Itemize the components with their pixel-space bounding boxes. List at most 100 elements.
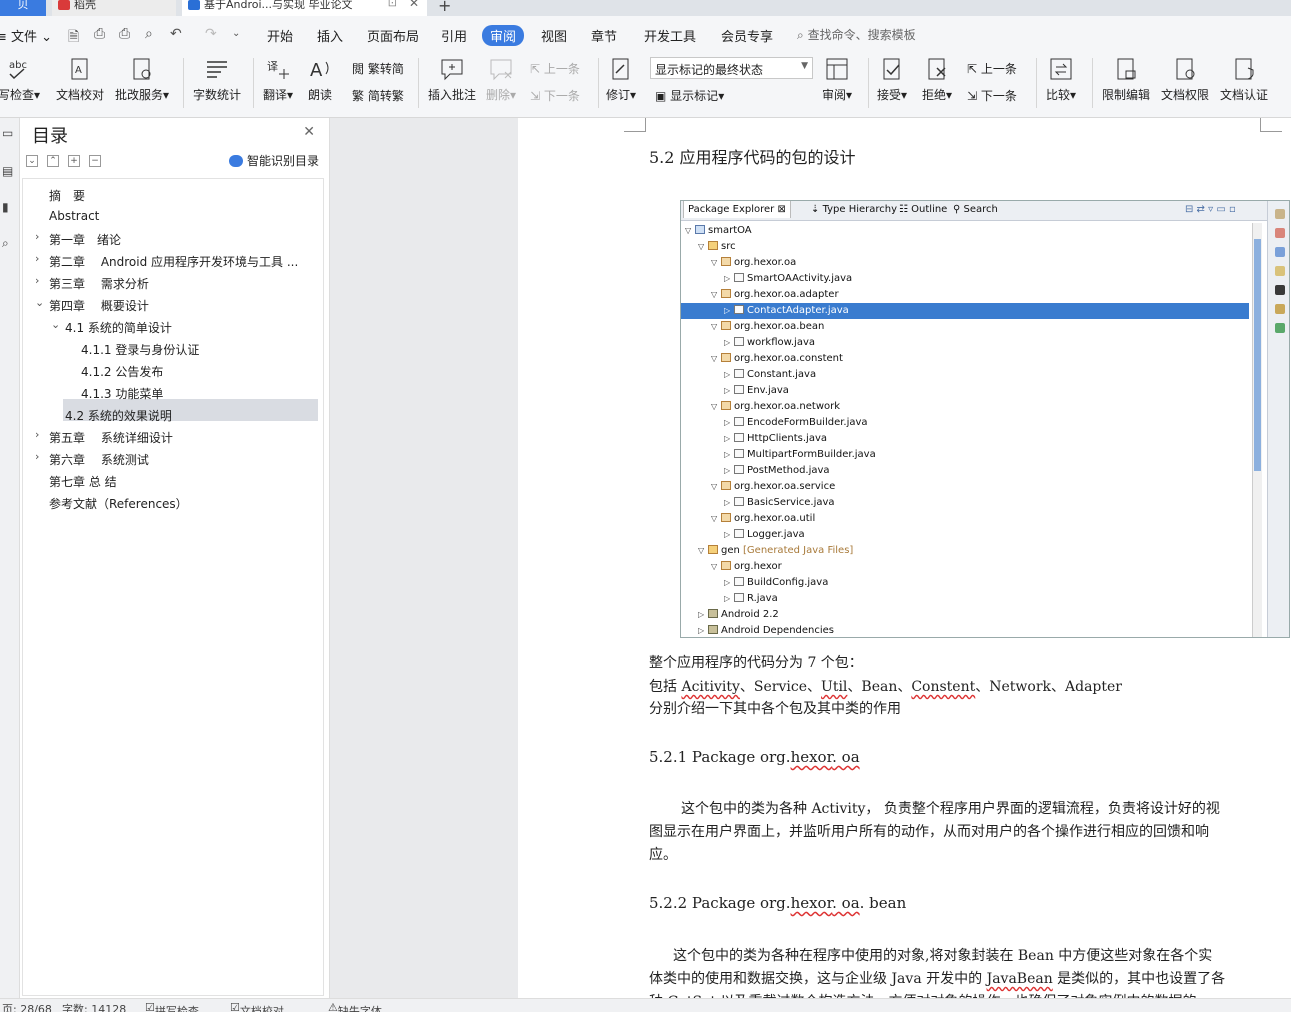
- accept-icon: [883, 58, 900, 80]
- undo-icon[interactable]: ↶: [170, 26, 182, 42]
- proj-icon: [695, 225, 705, 234]
- tab-document[interactable]: 基于Androi...与实现 毕业论文 ⊡ ✕: [182, 0, 427, 16]
- expand-all-icon[interactable]: ⌄: [26, 155, 38, 167]
- toc-item[interactable]: › 第六章 系统测试: [35, 450, 149, 468]
- status-bar: 页: 28/68 字数: 14128 ☑ 拼写检查 ☑ 文档校对 ⚠ 缺失字体: [0, 998, 1291, 1012]
- word-count-indicator[interactable]: 字数: 14128: [62, 1001, 126, 1012]
- simp-to-trad-label: 简转繁: [367, 89, 404, 103]
- document-area[interactable]: 5.2 应用程序代码的包的设计 整个应用程序的代码分为 7 个包： 包括 Aci…: [330, 118, 1291, 1010]
- menu-sections[interactable]: 章节: [591, 26, 617, 45]
- tab-daoke[interactable]: 稻壳: [52, 0, 176, 16]
- track-changes-button[interactable]: 修订▾: [606, 56, 636, 103]
- chevron-down-icon[interactable]: ⌄: [35, 296, 44, 309]
- prev-comment-button[interactable]: ⇱ 上一条: [530, 60, 580, 77]
- batch-service-button[interactable]: 批改服务▾: [115, 56, 169, 103]
- toc-item[interactable]: › 第三章 需求分析: [35, 274, 149, 292]
- doc-rights-button[interactable]: 文档权限: [1161, 56, 1209, 103]
- toc-rail-icon[interactable]: ▭: [2, 126, 13, 140]
- pages-rail-icon[interactable]: ▤: [2, 164, 13, 178]
- problems-icon: [1274, 228, 1285, 238]
- quick-access-dropdown-icon[interactable]: ⌄: [232, 28, 240, 39]
- toc-item[interactable]: 参考文献（References）: [49, 495, 188, 512]
- menu-member[interactable]: 会员专享: [721, 26, 773, 45]
- toc-item-active[interactable]: 4.1.1 登录与身份认证: [81, 341, 199, 358]
- file-menu[interactable]: ≡ 文件 ⌄: [0, 26, 52, 45]
- toc-item[interactable]: 4.1.3 功能菜单: [81, 385, 163, 402]
- pin-icon[interactable]: ⊡: [388, 0, 397, 8]
- translate-button[interactable]: 译 翻译▾: [263, 56, 293, 103]
- simp-to-trad-button[interactable]: 繁 简转繁: [352, 87, 404, 104]
- toc-item[interactable]: › 第一章 绪论: [35, 230, 121, 248]
- next-comment-button[interactable]: ⇲ 下一条: [530, 87, 580, 104]
- chevron-right-icon[interactable]: ›: [35, 252, 39, 265]
- save-icon[interactable]: 🗎: [68, 26, 79, 50]
- restrict-edit-button[interactable]: 限制编辑: [1102, 56, 1150, 103]
- tab-home[interactable]: 贝: [0, 0, 46, 16]
- prev-change-button[interactable]: ⇱ 上一条: [967, 60, 1017, 77]
- toc-item[interactable]: › 第五章 系统详细设计: [35, 428, 173, 446]
- toc-item[interactable]: 第七章 总 结: [49, 473, 117, 490]
- markup-mode-select[interactable]: 显示标记的最终状态 ▼: [650, 57, 813, 79]
- smart-toc-button[interactable]: 智能识别目录: [228, 152, 319, 169]
- eclipse-tree-row: ▽ org.hexor.oa.service: [681, 479, 1249, 495]
- spellcheck-icon: abc: [9, 60, 27, 80]
- menu-developer[interactable]: 开发工具: [644, 26, 696, 45]
- spellcheck-button[interactable]: abc 写检查▾: [0, 56, 40, 103]
- doc-auth-button[interactable]: 文档认证: [1220, 56, 1268, 103]
- collapse-all-icon[interactable]: ⌃: [47, 155, 59, 167]
- show-markup-label: 显示标记: [670, 89, 719, 103]
- toc-item[interactable]: ⌄ 第四章 概要设计: [35, 296, 149, 314]
- review-pane-button[interactable]: 审阅▾: [822, 56, 852, 103]
- delete-comment-button[interactable]: 删除▾: [486, 56, 516, 103]
- spellcheck-status[interactable]: ☑ 拼写检查: [145, 1001, 199, 1012]
- redo-icon[interactable]: ↷: [205, 26, 217, 42]
- reject-button[interactable]: 拒绝▾: [922, 56, 952, 103]
- bookmark-rail-icon[interactable]: ▮: [2, 200, 9, 214]
- print-icon[interactable]: ⎙: [119, 26, 130, 42]
- read-aloud-button[interactable]: A 朗读: [307, 56, 333, 103]
- missing-font-status[interactable]: ⚠ 缺失字体: [328, 1001, 382, 1012]
- toc-item[interactable]: › 第二章 Android 应用程序开发环境与工具 ...: [35, 252, 298, 270]
- chevron-right-icon[interactable]: ›: [35, 274, 39, 287]
- trad-to-simp-button[interactable]: 閲 繁转简: [352, 60, 404, 77]
- command-search[interactable]: ⌕ 查找命令、搜索模板: [797, 26, 916, 43]
- export-pdf-icon[interactable]: ⎙: [94, 26, 105, 42]
- insert-comment-button[interactable]: 插入批注: [428, 56, 476, 103]
- menu-home[interactable]: 开始: [267, 26, 293, 45]
- close-tab-icon[interactable]: ✕: [409, 0, 419, 9]
- search-rail-icon[interactable]: ⌕: [2, 236, 9, 251]
- ribbon-divider: [598, 58, 599, 108]
- doc-proof-button[interactable]: A 文档校对: [56, 56, 104, 103]
- chevron-right-icon[interactable]: ›: [35, 428, 39, 441]
- menu-review[interactable]: 审阅: [482, 25, 525, 46]
- tree-collapsed-icon: ▷: [724, 306, 731, 315]
- page-indicator[interactable]: 页: 28/68: [2, 1001, 52, 1012]
- java-icon: [734, 577, 744, 586]
- toc-item[interactable]: ⌄ 4.1 系统的简单设计: [51, 318, 172, 336]
- add-heading-icon[interactable]: +: [68, 155, 80, 167]
- package-name: Acitivity: [681, 679, 740, 695]
- compare-button[interactable]: 比较▾: [1046, 56, 1076, 103]
- menu-page-layout[interactable]: 页面布局: [367, 26, 419, 45]
- chevron-right-icon[interactable]: ›: [35, 230, 39, 243]
- new-tab-icon[interactable]: +: [438, 0, 451, 15]
- eclipse-tree-label: org.hexor.oa.service: [734, 481, 836, 492]
- toc-item[interactable]: 摘 要: [49, 187, 85, 204]
- remove-heading-icon[interactable]: −: [89, 155, 101, 167]
- menu-references[interactable]: 引用: [441, 26, 467, 45]
- close-icon[interactable]: ✕: [303, 124, 315, 140]
- print-preview-icon[interactable]: ⌕: [145, 26, 153, 42]
- accept-button[interactable]: 接受▾: [877, 56, 907, 103]
- word-count-button[interactable]: 字数统计: [193, 56, 241, 103]
- show-markup-button[interactable]: ▣ 显示标记▾: [655, 87, 724, 104]
- devices-icon: [1274, 323, 1285, 333]
- next-change-button[interactable]: ⇲ 下一条: [967, 87, 1017, 104]
- menu-view[interactable]: 视图: [541, 26, 567, 45]
- proof-status[interactable]: ☑ 文档校对: [230, 1001, 284, 1012]
- toc-item[interactable]: 4.1.2 公告发布: [81, 363, 163, 380]
- toc-item[interactable]: Abstract: [49, 209, 99, 223]
- chevron-down-icon[interactable]: ⌄: [51, 318, 60, 331]
- toc-item[interactable]: 4.2 系统的效果说明: [65, 407, 172, 424]
- chevron-right-icon[interactable]: ›: [35, 450, 39, 463]
- menu-insert[interactable]: 插入: [317, 26, 343, 45]
